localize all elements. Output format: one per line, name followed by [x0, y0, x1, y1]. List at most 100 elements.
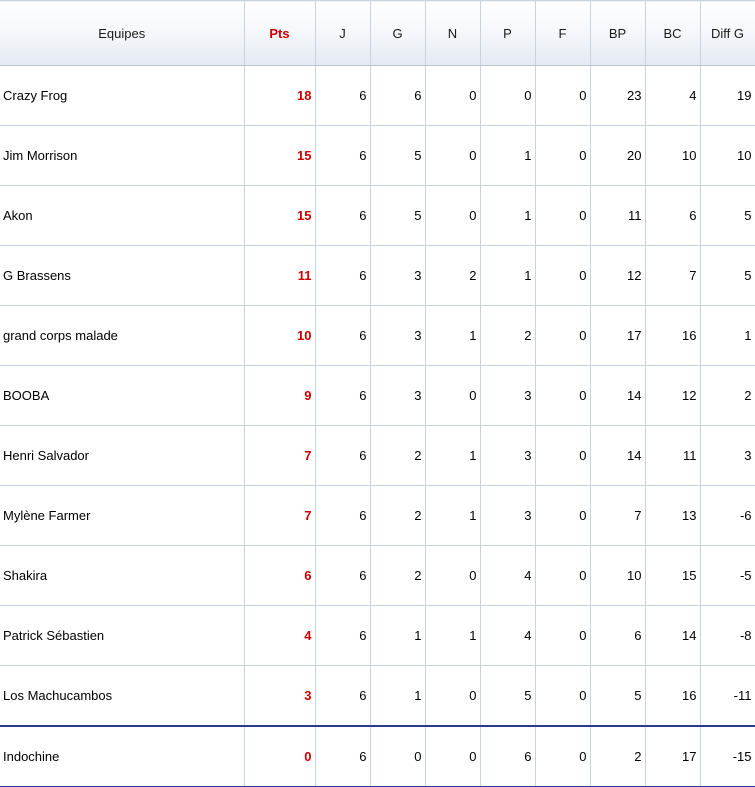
team-name: Jim Morrison [0, 125, 245, 186]
won-cell: 2 [370, 545, 426, 606]
forfeit-cell: 0 [535, 545, 591, 606]
goals-against-cell: 16 [645, 305, 701, 366]
points-cell: 15 [244, 185, 316, 246]
goal-diff-cell: 5 [700, 245, 755, 306]
forfeit-cell: 0 [535, 485, 591, 546]
goals-for-cell: 11 [590, 185, 646, 246]
team-name: Los Machucambos [0, 665, 245, 727]
team-name: grand corps malade [0, 305, 245, 366]
lost-cell: 1 [480, 185, 536, 246]
team-name: BOOBA [0, 365, 245, 426]
column-header-goals-against[interactable]: BC [645, 0, 701, 66]
goals-for-cell: 6 [590, 605, 646, 666]
column-header-won[interactable]: G [370, 0, 426, 66]
team-name: Henri Salvador [0, 425, 245, 486]
drawn-cell: 1 [425, 605, 481, 666]
drawn-cell: 2 [425, 245, 481, 306]
goal-diff-cell: -6 [700, 485, 755, 546]
team-name: Indochine [0, 725, 245, 787]
played-cell: 6 [315, 425, 371, 486]
team-name: G Brassens [0, 245, 245, 306]
won-cell: 2 [370, 425, 426, 486]
table-row[interactable]: Henri Salvador 7 6 2 1 3 0 14 11 3 [0, 425, 755, 486]
drawn-cell: 0 [425, 185, 481, 246]
goals-for-cell: 14 [590, 365, 646, 426]
lost-cell: 4 [480, 605, 536, 666]
forfeit-cell: 0 [535, 605, 591, 666]
won-cell: 0 [370, 725, 426, 787]
drawn-cell: 0 [425, 545, 481, 606]
column-header-forfeit[interactable]: F [535, 0, 591, 66]
won-cell: 1 [370, 605, 426, 666]
column-header-lost[interactable]: P [480, 0, 536, 66]
goal-diff-cell: -11 [700, 665, 755, 727]
points-cell: 4 [244, 605, 316, 666]
table-row[interactable]: Shakira 6 6 2 0 4 0 10 15 -5 [0, 545, 755, 606]
goal-diff-cell: 19 [700, 65, 755, 126]
goals-for-cell: 20 [590, 125, 646, 186]
goals-against-cell: 4 [645, 65, 701, 126]
table-row[interactable]: BOOBA 9 6 3 0 3 0 14 12 2 [0, 365, 755, 426]
standings-table: Equipes Pts J G N P F BP BC Diff G Crazy… [0, 0, 755, 787]
played-cell: 6 [315, 185, 371, 246]
drawn-cell: 0 [425, 65, 481, 126]
table-row[interactable]: Crazy Frog 18 6 6 0 0 0 23 4 19 [0, 65, 755, 126]
forfeit-cell: 0 [535, 425, 591, 486]
points-cell: 7 [244, 425, 316, 486]
forfeit-cell: 0 [535, 65, 591, 126]
table-row[interactable]: Jim Morrison 15 6 5 0 1 0 20 10 10 [0, 125, 755, 186]
goals-for-cell: 7 [590, 485, 646, 546]
lost-cell: 6 [480, 725, 536, 787]
forfeit-cell: 0 [535, 665, 591, 727]
goals-against-cell: 11 [645, 425, 701, 486]
lost-cell: 2 [480, 305, 536, 366]
column-header-played[interactable]: J [315, 0, 371, 66]
goals-for-cell: 17 [590, 305, 646, 366]
column-header-team[interactable]: Equipes [0, 0, 245, 66]
points-cell: 18 [244, 65, 316, 126]
played-cell: 6 [315, 545, 371, 606]
table-row[interactable]: grand corps malade 10 6 3 1 2 0 17 16 1 [0, 305, 755, 366]
table-row[interactable]: Akon 15 6 5 0 1 0 11 6 5 [0, 185, 755, 246]
forfeit-cell: 0 [535, 245, 591, 306]
drawn-cell: 0 [425, 665, 481, 727]
goals-for-cell: 2 [590, 725, 646, 787]
goal-diff-cell: 10 [700, 125, 755, 186]
won-cell: 2 [370, 485, 426, 546]
won-cell: 3 [370, 365, 426, 426]
goals-for-cell: 5 [590, 665, 646, 727]
column-header-goal-diff[interactable]: Diff G [700, 0, 755, 66]
played-cell: 6 [315, 125, 371, 186]
table-row[interactable]: Los Machucambos 3 6 1 0 5 0 5 16 -11 [0, 665, 755, 727]
won-cell: 6 [370, 65, 426, 126]
goals-for-cell: 14 [590, 425, 646, 486]
goals-against-cell: 6 [645, 185, 701, 246]
table-row[interactable]: G Brassens 11 6 3 2 1 0 12 7 5 [0, 245, 755, 306]
column-header-goals-for[interactable]: BP [590, 0, 646, 66]
won-cell: 5 [370, 125, 426, 186]
goals-for-cell: 23 [590, 65, 646, 126]
forfeit-cell: 0 [535, 365, 591, 426]
points-cell: 9 [244, 365, 316, 426]
lost-cell: 0 [480, 65, 536, 126]
drawn-cell: 1 [425, 425, 481, 486]
drawn-cell: 0 [425, 365, 481, 426]
goals-against-cell: 14 [645, 605, 701, 666]
table-row[interactable]: Patrick Sébastien 4 6 1 1 4 0 6 14 -8 [0, 605, 755, 666]
points-cell: 15 [244, 125, 316, 186]
goals-for-cell: 10 [590, 545, 646, 606]
goal-diff-cell: 1 [700, 305, 755, 366]
goals-against-cell: 15 [645, 545, 701, 606]
column-header-drawn[interactable]: N [425, 0, 481, 66]
goal-diff-cell: 5 [700, 185, 755, 246]
lost-cell: 5 [480, 665, 536, 727]
column-header-points[interactable]: Pts [244, 0, 316, 66]
table-row[interactable]: Indochine 0 6 0 0 6 0 2 17 -15 [0, 725, 755, 787]
lost-cell: 1 [480, 245, 536, 306]
played-cell: 6 [315, 665, 371, 727]
goals-against-cell: 7 [645, 245, 701, 306]
table-row[interactable]: Mylène Farmer 7 6 2 1 3 0 7 13 -6 [0, 485, 755, 546]
drawn-cell: 1 [425, 485, 481, 546]
played-cell: 6 [315, 725, 371, 787]
points-cell: 10 [244, 305, 316, 366]
